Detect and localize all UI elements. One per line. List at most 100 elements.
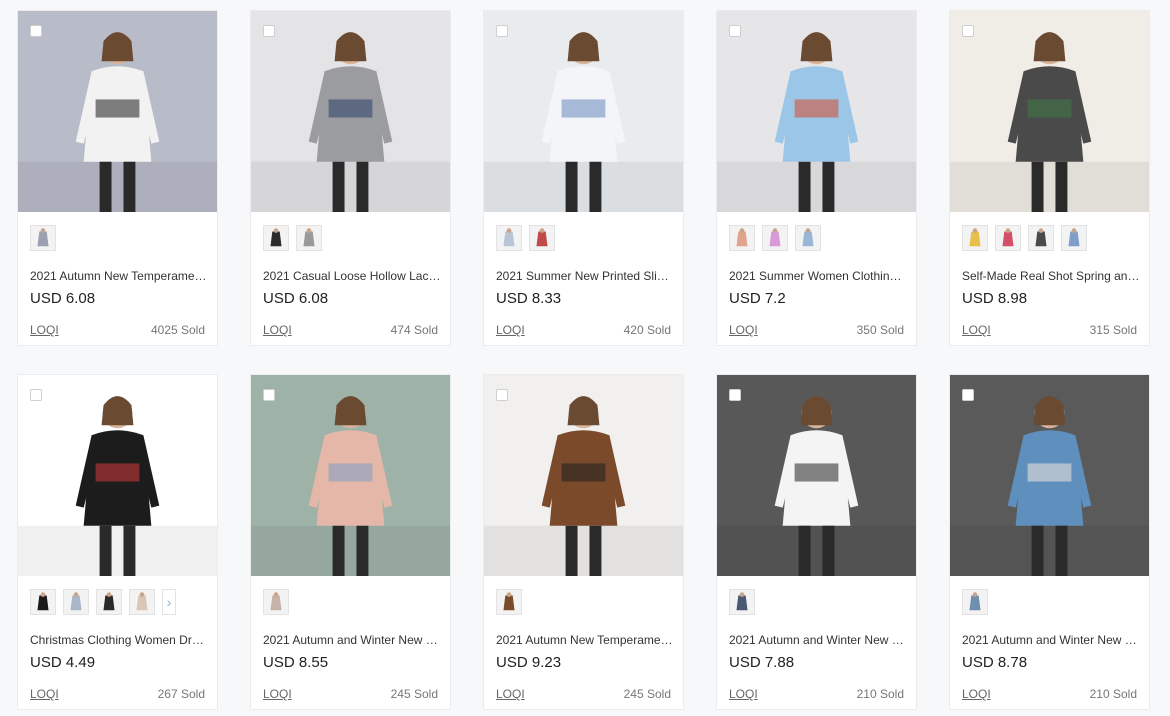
product-price: USD 7.88 (729, 654, 795, 671)
product-title[interactable]: 2021 Autumn and Winter New Plaid Shirt (729, 633, 907, 647)
select-checkbox[interactable] (263, 389, 275, 401)
product-card[interactable]: 2021 Autumn New Temperament Houndstooth … (17, 10, 218, 346)
product-title[interactable]: 2021 Autumn New Temperament Leopard Dres… (496, 633, 674, 647)
sold-count: 267 Sold (157, 687, 205, 701)
color-swatch[interactable] (962, 589, 988, 615)
color-swatches (729, 225, 909, 253)
store-link[interactable]: LOQI (30, 323, 59, 337)
color-swatches (962, 589, 1142, 617)
store-link[interactable]: LOQI (962, 323, 991, 337)
product-image[interactable] (484, 11, 683, 212)
product-image[interactable] (950, 11, 1149, 212)
product-card[interactable]: Self-Made Real Shot Spring and Summer Dr… (949, 10, 1150, 346)
sold-count: 210 Sold (1089, 687, 1137, 701)
color-swatches (263, 589, 443, 617)
color-swatches (496, 225, 676, 253)
color-swatch[interactable] (263, 589, 289, 615)
product-image[interactable] (950, 375, 1149, 576)
store-link[interactable]: LOQI (729, 687, 758, 701)
product-title[interactable]: 2021 Autumn and Winter New Denim Shirt (962, 633, 1140, 647)
product-price: USD 8.78 (962, 654, 1028, 671)
select-checkbox[interactable] (729, 25, 741, 37)
product-card[interactable]: 2021 Summer Women Clothing Printed Dress… (716, 10, 917, 346)
color-swatch[interactable] (296, 225, 322, 251)
product-price: USD 8.98 (962, 290, 1028, 307)
store-link[interactable]: LOQI (496, 323, 525, 337)
sold-count: 420 Sold (623, 323, 671, 337)
product-image[interactable] (717, 375, 916, 576)
color-swatch[interactable] (263, 225, 289, 251)
color-swatch[interactable] (529, 225, 555, 251)
product-title[interactable]: 2021 Autumn New Temperament Houndstooth … (30, 269, 208, 283)
color-swatch[interactable] (729, 225, 755, 251)
color-swatch[interactable] (762, 225, 788, 251)
product-price: USD 6.08 (30, 290, 96, 307)
select-checkbox[interactable] (962, 25, 974, 37)
store-link[interactable]: LOQI (263, 323, 292, 337)
color-swatch[interactable] (962, 225, 988, 251)
product-title[interactable]: Self-Made Real Shot Spring and Summer Dr… (962, 269, 1140, 283)
color-swatches (496, 589, 676, 617)
product-image[interactable] (484, 375, 683, 576)
product-price: USD 8.33 (496, 290, 562, 307)
select-checkbox[interactable] (962, 389, 974, 401)
sold-count: 315 Sold (1089, 323, 1137, 337)
product-price: USD 9.23 (496, 654, 562, 671)
product-card[interactable]: 2021 Autumn and Winter New Short Jacket U… (250, 374, 451, 710)
color-swatches (30, 225, 210, 253)
product-card[interactable]: 2021 Casual Loose Hollow Lace Sweater USD… (250, 10, 451, 346)
color-swatch[interactable] (96, 589, 122, 615)
select-checkbox[interactable] (30, 389, 42, 401)
color-swatches: › (30, 589, 210, 617)
color-swatches (263, 225, 443, 253)
product-image[interactable] (717, 11, 916, 212)
color-swatch[interactable] (1061, 225, 1087, 251)
sold-count: 350 Sold (856, 323, 904, 337)
color-swatch[interactable] (795, 225, 821, 251)
product-card[interactable]: › Christmas Clothing Women Dress Snowman … (17, 374, 218, 710)
color-swatch[interactable] (729, 589, 755, 615)
color-swatch[interactable] (129, 589, 155, 615)
store-link[interactable]: LOQI (729, 323, 758, 337)
color-swatch[interactable] (496, 589, 522, 615)
product-title[interactable]: Christmas Clothing Women Dress Snowman P… (30, 633, 208, 647)
product-title[interactable]: 2021 Summer Women Clothing Printed Dress (729, 269, 907, 283)
sold-count: 474 Sold (390, 323, 438, 337)
product-image[interactable] (251, 11, 450, 212)
color-swatch[interactable] (63, 589, 89, 615)
color-swatch[interactable] (30, 225, 56, 251)
select-checkbox[interactable] (30, 25, 42, 37)
store-link[interactable]: LOQI (263, 687, 292, 701)
color-swatch[interactable] (496, 225, 522, 251)
sold-count: 210 Sold (856, 687, 904, 701)
product-card[interactable]: 2021 Autumn and Winter New Plaid Shirt US… (716, 374, 917, 710)
select-checkbox[interactable] (263, 25, 275, 37)
select-checkbox[interactable] (496, 389, 508, 401)
color-swatch[interactable] (995, 225, 1021, 251)
product-price: USD 7.2 (729, 290, 786, 307)
product-image[interactable] (251, 375, 450, 576)
color-swatch[interactable] (1028, 225, 1054, 251)
product-card[interactable]: 2021 Summer New Printed Sling Dress USD 8… (483, 10, 684, 346)
product-title[interactable]: 2021 Summer New Printed Sling Dress (496, 269, 674, 283)
select-checkbox[interactable] (496, 25, 508, 37)
color-swatches (729, 589, 909, 617)
product-price: USD 8.55 (263, 654, 329, 671)
store-link[interactable]: LOQI (30, 687, 59, 701)
product-card[interactable]: 2021 Autumn and Winter New Denim Shirt US… (949, 374, 1150, 710)
select-checkbox[interactable] (729, 389, 741, 401)
product-image[interactable] (18, 375, 217, 576)
color-swatches (962, 225, 1142, 253)
product-image[interactable] (18, 11, 217, 212)
product-grid: 2021 Autumn New Temperament Houndstooth … (0, 0, 1170, 716)
product-title[interactable]: 2021 Autumn and Winter New Short Jacket (263, 633, 441, 647)
product-card[interactable]: 2021 Autumn New Temperament Leopard Dres… (483, 374, 684, 710)
product-title[interactable]: 2021 Casual Loose Hollow Lace Sweater (263, 269, 441, 283)
store-link[interactable]: LOQI (496, 687, 525, 701)
sold-count: 245 Sold (390, 687, 438, 701)
chevron-right-icon[interactable]: › (162, 589, 176, 615)
store-link[interactable]: LOQI (962, 687, 991, 701)
product-price: USD 6.08 (263, 290, 329, 307)
color-swatch[interactable] (30, 589, 56, 615)
sold-count: 245 Sold (623, 687, 671, 701)
